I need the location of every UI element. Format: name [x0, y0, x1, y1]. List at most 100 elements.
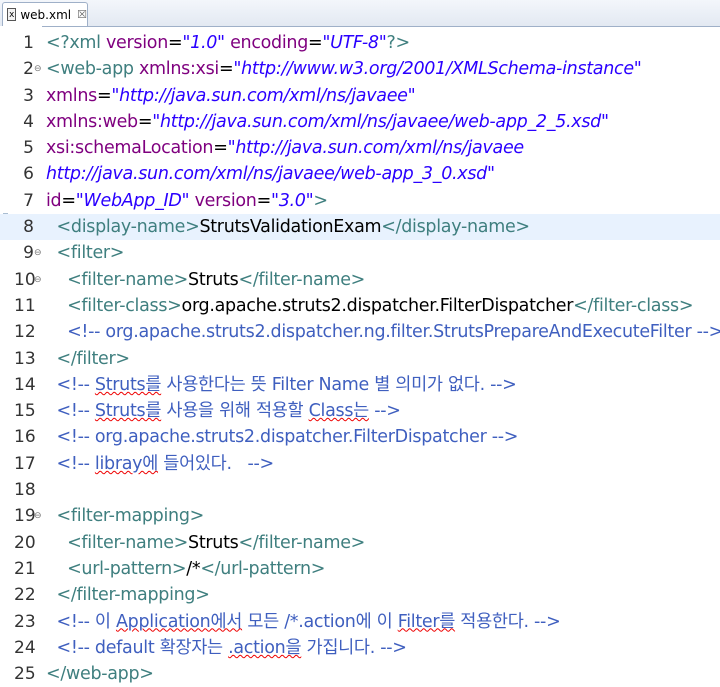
xml-tag: >	[313, 190, 328, 211]
fold-toggle-icon[interactable]: ⊖	[34, 56, 42, 82]
code-line[interactable]: 18	[0, 477, 720, 503]
code-line[interactable]: 19 ⊖ <filter-mapping>	[0, 503, 720, 529]
xml-text: org.apache.struts2.dispatcher.FilterDisp…	[181, 295, 574, 316]
xml-tag: </filter-name>	[238, 269, 366, 290]
xml-comment: 들어있다. -->	[158, 453, 274, 474]
xml-editor[interactable]: 1 <?xml version="1.0" encoding="UTF-8"?> 2…	[0, 26, 720, 685]
line-number: 10	[14, 269, 36, 290]
xml-file-icon: x	[7, 8, 17, 21]
line-code: <filter-name>Struts</filter-name>	[46, 267, 365, 293]
code-line[interactable]: 14 <!-- Struts를 사용한다는 뜻 Filter Name 별 의미…	[0, 372, 720, 398]
line-number: 12	[14, 322, 36, 343]
line-code: <!-- Struts를 사용을 위해 적용할 Class는 -->	[46, 398, 401, 424]
xml-comment: <!--	[56, 374, 95, 395]
line-code: <?xml version="1.0" encoding="UTF-8"?>	[46, 30, 410, 56]
code-line[interactable]: 8 <display-name>StrutsValidationExam</di…	[0, 214, 720, 241]
code-line[interactable]: 17 <!-- libray에 들어있다. -->	[0, 451, 720, 477]
xml-tag: <web-app	[46, 59, 139, 80]
code-line[interactable]: 20 <filter-name>Struts</filter-name>	[0, 530, 720, 556]
code-line[interactable]: 21 <url-pattern>/*</url-pattern>	[0, 556, 720, 582]
xml-tag: </filter-name>	[238, 532, 366, 553]
xml-text: StrutsValidationExam	[199, 217, 382, 238]
close-tab-icon[interactable]: ☒	[77, 8, 87, 21]
xml-attribute-value: "http://java.sun.com/xml/ns/javaee/web-a…	[152, 111, 609, 132]
code-line[interactable]: 12 <!-- org.apache.struts2.dispatcher.ng…	[0, 319, 720, 345]
line-number: 2	[23, 59, 34, 80]
xml-text: Struts	[188, 269, 239, 290]
code-line[interactable]: 3 xmlns="http://java.sun.com/xml/ns/javae…	[0, 83, 720, 109]
xml-attribute: id	[46, 190, 62, 211]
xml-tag: <filter-name>	[67, 532, 189, 553]
line-number: 15	[14, 401, 36, 422]
xml-tag: <filter-class>	[67, 295, 182, 316]
xml-comment-word: Filter를	[397, 611, 456, 632]
line-code: <!-- org.apache.struts2.dispatcher.Filte…	[46, 424, 519, 450]
line-code: <url-pattern>/*</url-pattern>	[46, 556, 325, 582]
line-code: <!-- Struts를 사용한다는 뜻 Filter Name 별 의미가 없…	[46, 372, 517, 398]
xml-comment-word: Struts를	[94, 374, 162, 395]
xml-tag: ?>	[386, 33, 410, 53]
xml-tag: <filter>	[56, 243, 125, 264]
tab-title: web.xml	[20, 7, 72, 22]
xml-tag: </web-app>	[46, 664, 154, 685]
line-code: </web-app>	[46, 661, 154, 687]
xml-attribute-value: "WebApp_ID"	[75, 190, 190, 211]
code-line[interactable]: 6 http://java.sun.com/xml/ns/javaee/web-a…	[0, 161, 720, 187]
fold-toggle-icon[interactable]: ⊖	[34, 240, 42, 266]
xml-attribute: xmlns:web	[46, 111, 138, 132]
xml-attribute-value: "3.0"	[270, 190, 314, 211]
xml-attribute-value: "http://www.w3.org/2001/XMLSchema-instan…	[233, 59, 642, 80]
line-number: 16	[14, 427, 36, 448]
line-code: </filter>	[46, 346, 131, 372]
line-number: 3	[23, 85, 34, 106]
fold-toggle-icon[interactable]: ⊖	[34, 267, 42, 293]
xml-text: =	[96, 85, 112, 106]
line-code: <filter>	[46, 240, 125, 266]
code-line[interactable]: 10 ⊖ <filter-name>Struts</filter-name>	[0, 267, 720, 293]
line-number: 24	[14, 637, 36, 658]
code-line[interactable]: 2 ⊖ <web-app xmlns:xsi="http://www.w3.org/…	[0, 56, 720, 82]
code-line[interactable]: 11 <filter-class>org.apache.struts2.disp…	[0, 293, 720, 319]
code-line[interactable]: 16 <!-- org.apache.struts2.dispatcher.Fi…	[0, 424, 720, 450]
line-number: 4	[23, 111, 34, 132]
fold-toggle-icon[interactable]: ⊖	[34, 503, 42, 529]
code-line[interactable]: 9 ⊖ <filter>	[0, 240, 720, 266]
line-number: 13	[14, 348, 36, 369]
xml-comment: <!-- 이	[56, 611, 116, 632]
xml-comment: 가집니다. -->	[301, 637, 407, 658]
xml-comment: <!-- default 확장자는	[56, 637, 229, 658]
line-number: 20	[14, 532, 36, 553]
tab-web-xml[interactable]: x web.xml ☒	[2, 2, 88, 26]
code-line[interactable]: 15 <!-- Struts를 사용을 위해 적용할 Class는 -->	[0, 398, 720, 424]
xml-comment-word: .action을	[228, 637, 302, 658]
xml-comment-word: Class는	[308, 401, 370, 422]
xml-text: =	[213, 138, 228, 159]
code-line[interactable]: 7 id="WebApp_ID" version="3.0">	[0, 188, 720, 214]
xml-text: =	[219, 59, 234, 80]
code-line[interactable]: 13 </filter>	[0, 346, 720, 372]
code-line[interactable]: 24 <!-- default 확장자는 .action을 가집니다. -->	[0, 635, 720, 661]
editor-tab-bar: x web.xml ☒	[0, 0, 720, 27]
code-line[interactable]: 23 <!-- 이 Application에서 모든 /*.action에 이 …	[0, 609, 720, 635]
line-number: 19	[14, 506, 36, 527]
xml-comment: 모든 /*.action에 이	[242, 611, 398, 632]
line-code: http://java.sun.com/xml/ns/javaee/web-ap…	[46, 161, 495, 187]
code-line[interactable]: 25 </web-app>	[0, 661, 720, 687]
xml-attribute-value: http://java.sun.com/xml/ns/javaee/web-ap…	[46, 164, 495, 185]
line-number: 17	[14, 453, 36, 474]
xml-comment-word: libray에	[94, 453, 159, 474]
line-number: 9	[23, 243, 34, 264]
code-line[interactable]: 4 xmlns:web="http://java.sun.com/xml/ns/j…	[0, 109, 720, 135]
code-line[interactable]: 22 </filter-mapping>	[0, 582, 720, 608]
code-line[interactable]: 5 xsi:schemaLocation="http://java.sun.com…	[0, 135, 720, 161]
line-code: <!-- org.apache.struts2.dispatcher.ng.fi…	[46, 319, 720, 345]
code-line[interactable]: 1 <?xml version="1.0" encoding="UTF-8"?>	[0, 30, 720, 56]
